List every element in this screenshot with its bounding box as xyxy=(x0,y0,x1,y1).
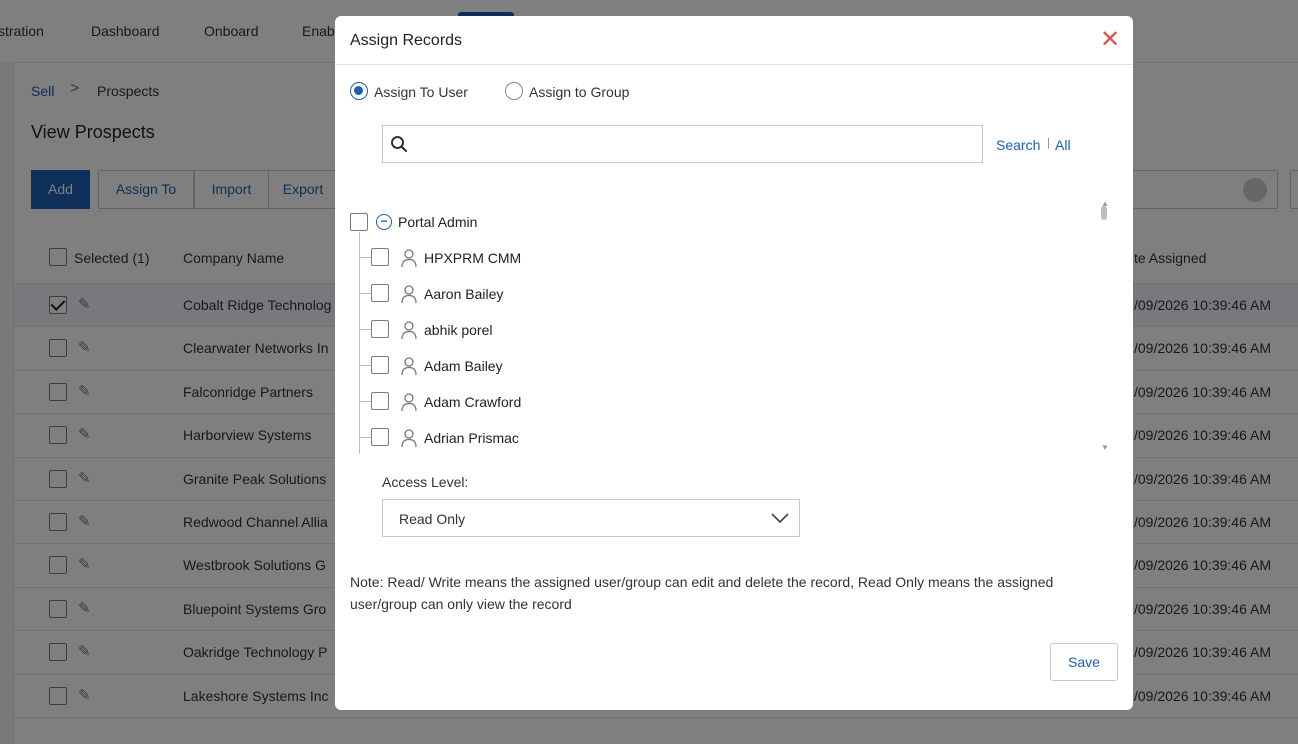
access-level-value: Read Only xyxy=(399,511,466,527)
modal-title: Assign Records xyxy=(350,32,463,49)
user-icon xyxy=(401,285,417,304)
user-icon xyxy=(401,249,417,268)
close-icon[interactable]: ✕ xyxy=(1100,28,1120,52)
tree-user-item[interactable]: HPXPRM CMM xyxy=(350,247,1090,269)
collapse-icon[interactable]: − xyxy=(376,214,392,230)
access-note: Note: Read/ Write means the assigned use… xyxy=(350,574,1054,612)
tree-connector xyxy=(359,365,371,366)
tree-user-item[interactable]: Adam Bailey xyxy=(350,355,1090,377)
assign-to-group-radio[interactable] xyxy=(505,82,523,100)
search-separator: | xyxy=(1047,137,1050,149)
user-icon xyxy=(401,357,417,376)
user-name[interactable]: Adam Crawford xyxy=(424,394,521,410)
user-name[interactable]: Adrian Prismac xyxy=(424,430,519,446)
user-tree: − Portal Admin HPXPRM CMM Aaron Bailey abh… xyxy=(350,196,1107,454)
user-icon xyxy=(401,321,417,340)
assign-to-group-label[interactable]: Assign to Group xyxy=(529,84,629,100)
save-button[interactable]: Save xyxy=(1050,643,1118,681)
tree-connector xyxy=(359,401,371,402)
user-name[interactable]: abhik porel xyxy=(424,322,493,338)
user-icon xyxy=(401,393,417,412)
tree-user-item[interactable]: abhik porel xyxy=(350,319,1090,341)
modal-header: Assign Records ✕ xyxy=(335,16,1133,65)
user-checkbox[interactable] xyxy=(371,392,389,410)
user-checkbox[interactable] xyxy=(371,248,389,266)
tree-user-item[interactable]: Adrian Prismac xyxy=(350,427,1090,449)
assign-to-user-radio[interactable] xyxy=(350,82,368,100)
access-level-select[interactable]: Read Only xyxy=(382,499,800,537)
tree-connector xyxy=(359,437,371,438)
user-checkbox[interactable] xyxy=(371,356,389,374)
tree-user-item[interactable]: Aaron Bailey xyxy=(350,283,1090,305)
search-link[interactable]: Search xyxy=(996,137,1040,153)
tree-connector xyxy=(359,293,371,294)
user-name[interactable]: HPXPRM CMM xyxy=(424,250,521,266)
tree-connector xyxy=(359,257,371,258)
tree-root-label[interactable]: Portal Admin xyxy=(398,214,477,230)
user-icon xyxy=(401,429,417,448)
chevron-down-icon xyxy=(771,513,789,524)
user-name[interactable]: Aaron Bailey xyxy=(424,286,503,302)
user-checkbox[interactable] xyxy=(371,284,389,302)
tree-scrollbar[interactable]: ▲ ▼ xyxy=(1097,199,1111,453)
portal-admin-checkbox[interactable] xyxy=(350,213,368,231)
scroll-down-icon[interactable]: ▼ xyxy=(1101,443,1109,452)
all-link[interactable]: All xyxy=(1055,137,1071,153)
access-level-label: Access Level: xyxy=(382,474,469,490)
tree-connector xyxy=(359,329,371,330)
tree-user-item[interactable]: Adam Crawford xyxy=(350,391,1090,413)
user-search-input[interactable] xyxy=(382,125,983,163)
user-checkbox[interactable] xyxy=(371,428,389,446)
user-checkbox[interactable] xyxy=(371,320,389,338)
user-name[interactable]: Adam Bailey xyxy=(424,358,503,374)
assign-records-modal: Assign Records ✕ Assign To User Assign t… xyxy=(335,16,1133,710)
assign-to-user-label[interactable]: Assign To User xyxy=(374,84,468,100)
search-icon xyxy=(391,136,408,153)
scroll-thumb[interactable] xyxy=(1101,206,1107,220)
